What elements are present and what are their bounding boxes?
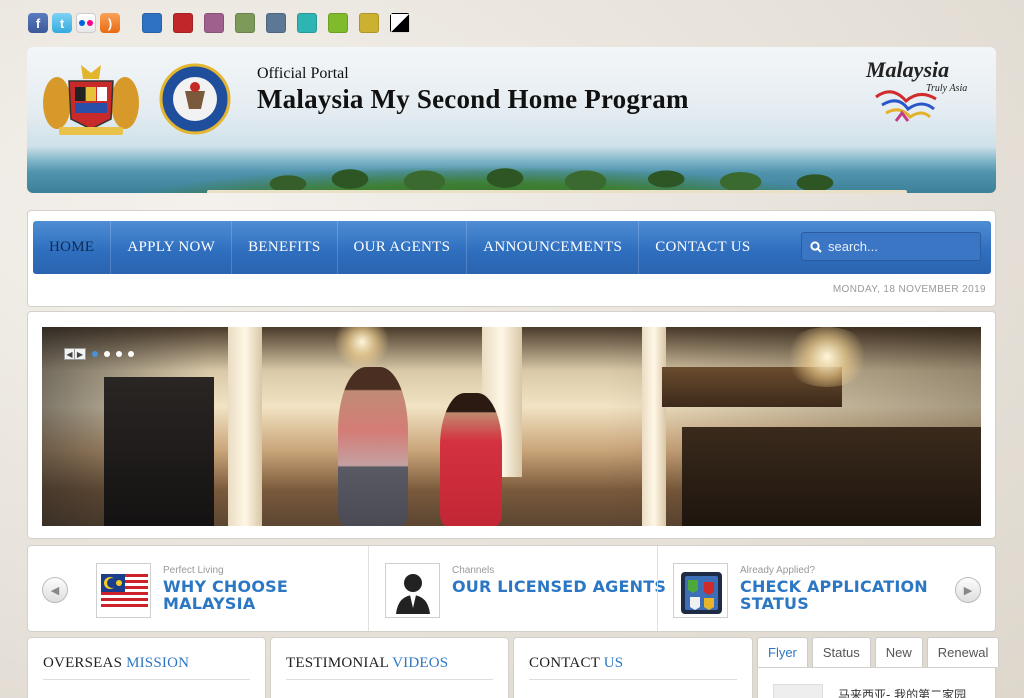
feature-check-application-status[interactable]: Already Applied? CHECK APPLICATION STATU… xyxy=(673,563,928,619)
flickr-icon[interactable] xyxy=(76,13,96,33)
main-nav: HOME APPLY NOW BENEFITS OUR AGENTS ANNOU… xyxy=(33,221,991,274)
feature-title: STATUS xyxy=(740,594,809,613)
heading-text: CONTACT xyxy=(529,655,604,671)
feature-kicker: Already Applied? xyxy=(740,565,816,576)
feature-our-licensed-agents[interactable]: Channels OUR LICENSED AGENTS xyxy=(385,563,666,619)
immigration-seal-icon xyxy=(159,63,231,135)
logo-word: Malaysia xyxy=(866,57,950,82)
tab-content: 马来西亚- 我的第二家园 xyxy=(757,667,996,698)
search-input[interactable] xyxy=(828,239,968,254)
rss-icon[interactable]: ) xyxy=(100,13,120,33)
slider-dot[interactable] xyxy=(92,351,98,357)
feature-kicker: Channels xyxy=(452,565,495,576)
storefront-right xyxy=(682,427,981,526)
contact-us-box: CONTACT US xyxy=(513,637,753,698)
feature-prev-button[interactable]: ◀ xyxy=(42,577,68,603)
theme-swatch-red[interactable] xyxy=(173,13,193,33)
heading-accent: US xyxy=(603,655,624,671)
portal-title: Malaysia My Second Home Program xyxy=(257,84,689,114)
current-date: MONDAY, 18 NOVEMBER 2019 xyxy=(832,284,986,295)
feature-divider xyxy=(368,546,369,631)
malaysia-flag-icon xyxy=(96,563,151,618)
header-banner: Official Portal Malaysia My Second Home … xyxy=(27,47,996,193)
checklist-icon xyxy=(673,563,728,618)
ceiling-light xyxy=(782,327,872,387)
facebook-icon[interactable]: f xyxy=(28,13,48,33)
theme-swatch-gold[interactable] xyxy=(359,13,379,33)
theme-swatch-blue[interactable] xyxy=(142,13,162,33)
overseas-mission-box: OVERSEAS MISSION xyxy=(27,637,266,698)
feature-kicker: Perfect Living xyxy=(163,565,224,576)
slideshow-image xyxy=(42,327,981,526)
theme-swatch-teal[interactable] xyxy=(297,13,317,33)
storefront-left xyxy=(104,377,214,526)
feature-divider xyxy=(657,546,658,631)
heading-text: TESTIMONIAL xyxy=(286,655,393,671)
ceiling-light xyxy=(332,327,392,367)
palm-trees xyxy=(257,155,877,193)
mall-pillar xyxy=(642,327,666,526)
feature-panel: ◀ Perfect Living WHY CHOOSE MALAYSIA Cha… xyxy=(27,545,996,632)
theme-swatch-olive[interactable] xyxy=(235,13,255,33)
heading-rule xyxy=(43,679,250,680)
slider-dot[interactable] xyxy=(128,351,134,357)
slider-next-button[interactable]: ▶ xyxy=(75,348,86,360)
portal-subtitle: Official Portal xyxy=(257,65,349,82)
malaysia-truly-asia-logo: Malaysia Truly Asia xyxy=(866,53,986,127)
info-tabs: Flyer Status New Renewal xyxy=(757,637,1003,667)
theme-swatch-purple[interactable] xyxy=(204,13,224,33)
box-heading: TESTIMONIAL VIDEOS xyxy=(286,655,448,672)
twitter-icon[interactable]: t xyxy=(52,13,72,33)
slider-prev-button[interactable]: ◀ xyxy=(64,348,75,360)
slider-panel: ◀ ▶ xyxy=(27,311,996,539)
feature-next-button[interactable]: ▶ xyxy=(955,577,981,603)
testimonial-videos-box: TESTIMONIAL VIDEOS xyxy=(270,637,509,698)
search-box xyxy=(801,232,981,261)
box-heading: CONTACT US xyxy=(529,655,623,672)
tab-flyer[interactable]: Flyer xyxy=(757,637,808,667)
slider-controls: ◀ ▶ xyxy=(64,348,134,360)
tab-renewal[interactable]: Renewal xyxy=(926,637,1000,667)
feature-title: CHECK APPLICATION xyxy=(740,577,928,596)
beach-strip xyxy=(207,190,907,193)
man-figure xyxy=(338,367,408,526)
heading-rule xyxy=(529,679,737,680)
nav-item-home[interactable]: HOME xyxy=(33,221,112,274)
malaysia-coat-of-arms-icon xyxy=(43,65,139,135)
agent-icon xyxy=(385,563,440,618)
top-bar: f t ) xyxy=(28,10,421,36)
feature-title: MALAYSIA xyxy=(163,594,256,613)
logo-flourish-icon xyxy=(875,90,937,122)
box-heading: OVERSEAS MISSION xyxy=(43,655,189,672)
heading-accent: VIDEOS xyxy=(392,655,449,671)
navigation-panel: HOME APPLY NOW BENEFITS OUR AGENTS ANNOU… xyxy=(27,210,996,307)
heading-accent: MISSION xyxy=(126,655,190,671)
theme-color-swatches xyxy=(142,13,421,33)
mall-pillar xyxy=(228,327,262,526)
flyer-title[interactable]: 马来西亚- 我的第二家园 xyxy=(838,686,966,698)
feature-why-choose-malaysia[interactable]: Perfect Living WHY CHOOSE MALAYSIA xyxy=(96,563,288,619)
tab-status[interactable]: Status xyxy=(811,637,871,667)
slider-dot[interactable] xyxy=(104,351,110,357)
feature-title: OUR LICENSED AGENTS xyxy=(452,577,667,596)
slider-dot[interactable] xyxy=(116,351,122,357)
nav-item-apply-now[interactable]: APPLY NOW xyxy=(111,221,233,274)
feature-title: WHY CHOOSE xyxy=(163,577,288,596)
nav-item-our-agents[interactable]: OUR AGENTS xyxy=(338,221,468,274)
theme-swatch-black-white[interactable] xyxy=(390,13,410,33)
heading-text: OVERSEAS xyxy=(43,655,127,671)
nav-item-contact-us[interactable]: CONTACT US xyxy=(639,221,766,274)
tab-new[interactable]: New xyxy=(874,637,923,667)
theme-swatch-green[interactable] xyxy=(328,13,348,33)
woman-figure xyxy=(440,393,502,526)
flyer-thumbnail[interactable] xyxy=(773,684,823,698)
nav-item-announcements[interactable]: ANNOUNCEMENTS xyxy=(467,221,640,274)
theme-swatch-slate[interactable] xyxy=(266,13,286,33)
search-icon xyxy=(810,240,822,253)
nav-item-benefits[interactable]: BENEFITS xyxy=(232,221,338,274)
heading-rule xyxy=(286,679,493,680)
